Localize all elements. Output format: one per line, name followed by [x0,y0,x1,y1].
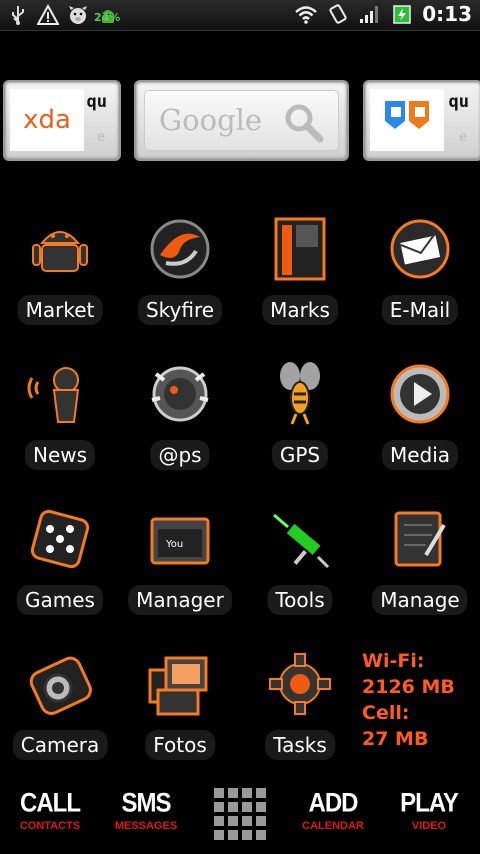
skyfire-icon [146,215,214,283]
clock: 0:13 [422,2,472,26]
app-label: Fotos [145,730,215,760]
app-skyfire[interactable]: Skyfire [120,215,240,355]
app-label: Manager [128,585,232,615]
sms-label: SMS [121,788,171,819]
folder-icon: You [146,505,214,573]
gps-icon [266,360,334,428]
wifi-icon [294,2,318,26]
app-media[interactable]: Media [360,360,480,500]
call-button[interactable]: CALL CONTACTS [0,788,100,832]
add-button[interactable]: ADD CALENDAR [283,788,383,832]
app-label: Tasks [265,730,335,760]
cell-label: Cell: [362,702,410,724]
app-label: Camera [12,730,108,760]
call-label: CALL [20,788,81,819]
android-icon [26,215,94,283]
camera-icon [26,650,94,718]
app-label: Games [17,585,103,615]
app-e-mail[interactable]: E-Mail [360,215,480,355]
app-label: @ps [150,440,210,470]
app-logo [370,89,444,151]
app-label: Marks [262,295,338,325]
news-icon [26,360,94,428]
play-button[interactable]: PLAY VIDEO [379,788,479,832]
add-label: ADD [308,788,359,819]
contacts-label: CONTACTS [19,820,81,832]
svg-text:You: You [165,539,183,550]
data-usage-widget[interactable]: Wi-Fi: 2126 MB Cell: 27 MB [362,648,455,752]
google-search-widget[interactable]: Google [134,80,349,161]
app-label: Manage [372,585,468,615]
app-manage[interactable]: Manage [360,505,480,645]
status-bar[interactable]: 24% 0:13 [0,0,480,31]
mail-icon [386,215,454,283]
dice-icon [26,505,94,573]
battery-badge: 24% [94,11,121,24]
app-label: News [24,440,96,470]
app-label: Market [17,295,103,325]
gear-icon [266,650,334,718]
xda-side-text: qu [86,92,107,112]
app-news[interactable]: News [0,360,120,500]
app-label: Skyfire [137,295,223,325]
google-search-field[interactable]: Google [144,90,339,151]
xda-widget[interactable]: xda qu e [3,80,121,161]
play-label: PLAY [400,788,459,819]
pig-icon [66,3,90,27]
xda-logo: xda [10,89,84,151]
media-play-icon [386,360,454,428]
app-label: Media [381,440,459,470]
video-label: VIDEO [411,820,447,832]
app-tasks[interactable]: Tasks [240,650,360,790]
app-games[interactable]: Games [0,505,120,645]
syringe-icon [266,505,334,573]
signal-icon [358,2,382,26]
usb-icon [6,3,30,27]
app-label: Tools [267,585,333,615]
app-tools[interactable]: Tools [240,505,360,645]
photos-icon [146,650,214,718]
app-side-text: qu [448,92,469,112]
app-drawer-button[interactable] [214,788,266,840]
xda-small-text: e [97,130,105,145]
app-small-text: e [459,130,467,145]
wifi-value: 2126 MB [362,676,455,698]
messages-label: MESSAGES [114,820,178,832]
wifi-label: Wi-Fi: [362,650,425,672]
google-logo-text: Google [159,103,263,137]
app-manager[interactable]: You Manager [120,505,240,645]
xda-logo-text: xda [23,105,71,135]
app-market[interactable]: Market [0,215,120,355]
cell-value: 27 MB [362,728,429,750]
app-label: E-Mail [381,295,459,325]
app-label: GPS [271,440,329,470]
vibrate-icon [326,2,350,26]
apps-icon [146,360,214,428]
puzzle-logo-icon [385,101,429,129]
bookmark-icon [266,215,334,283]
notepad-icon [386,505,454,573]
app-camera[interactable]: Camera [0,650,120,790]
calendar-label: CALENDAR [302,820,364,832]
app-shortcut-widget[interactable]: qu e [363,80,480,161]
search-icon[interactable] [282,101,326,145]
app-ps[interactable]: @ps [120,360,240,500]
app-marks[interactable]: Marks [240,215,360,355]
sms-button[interactable]: SMS MESSAGES [96,788,196,832]
app-gps[interactable]: GPS [240,360,360,500]
app-fotos[interactable]: Fotos [120,650,240,790]
warning-icon [36,3,60,27]
battery-charging-icon [390,2,414,26]
